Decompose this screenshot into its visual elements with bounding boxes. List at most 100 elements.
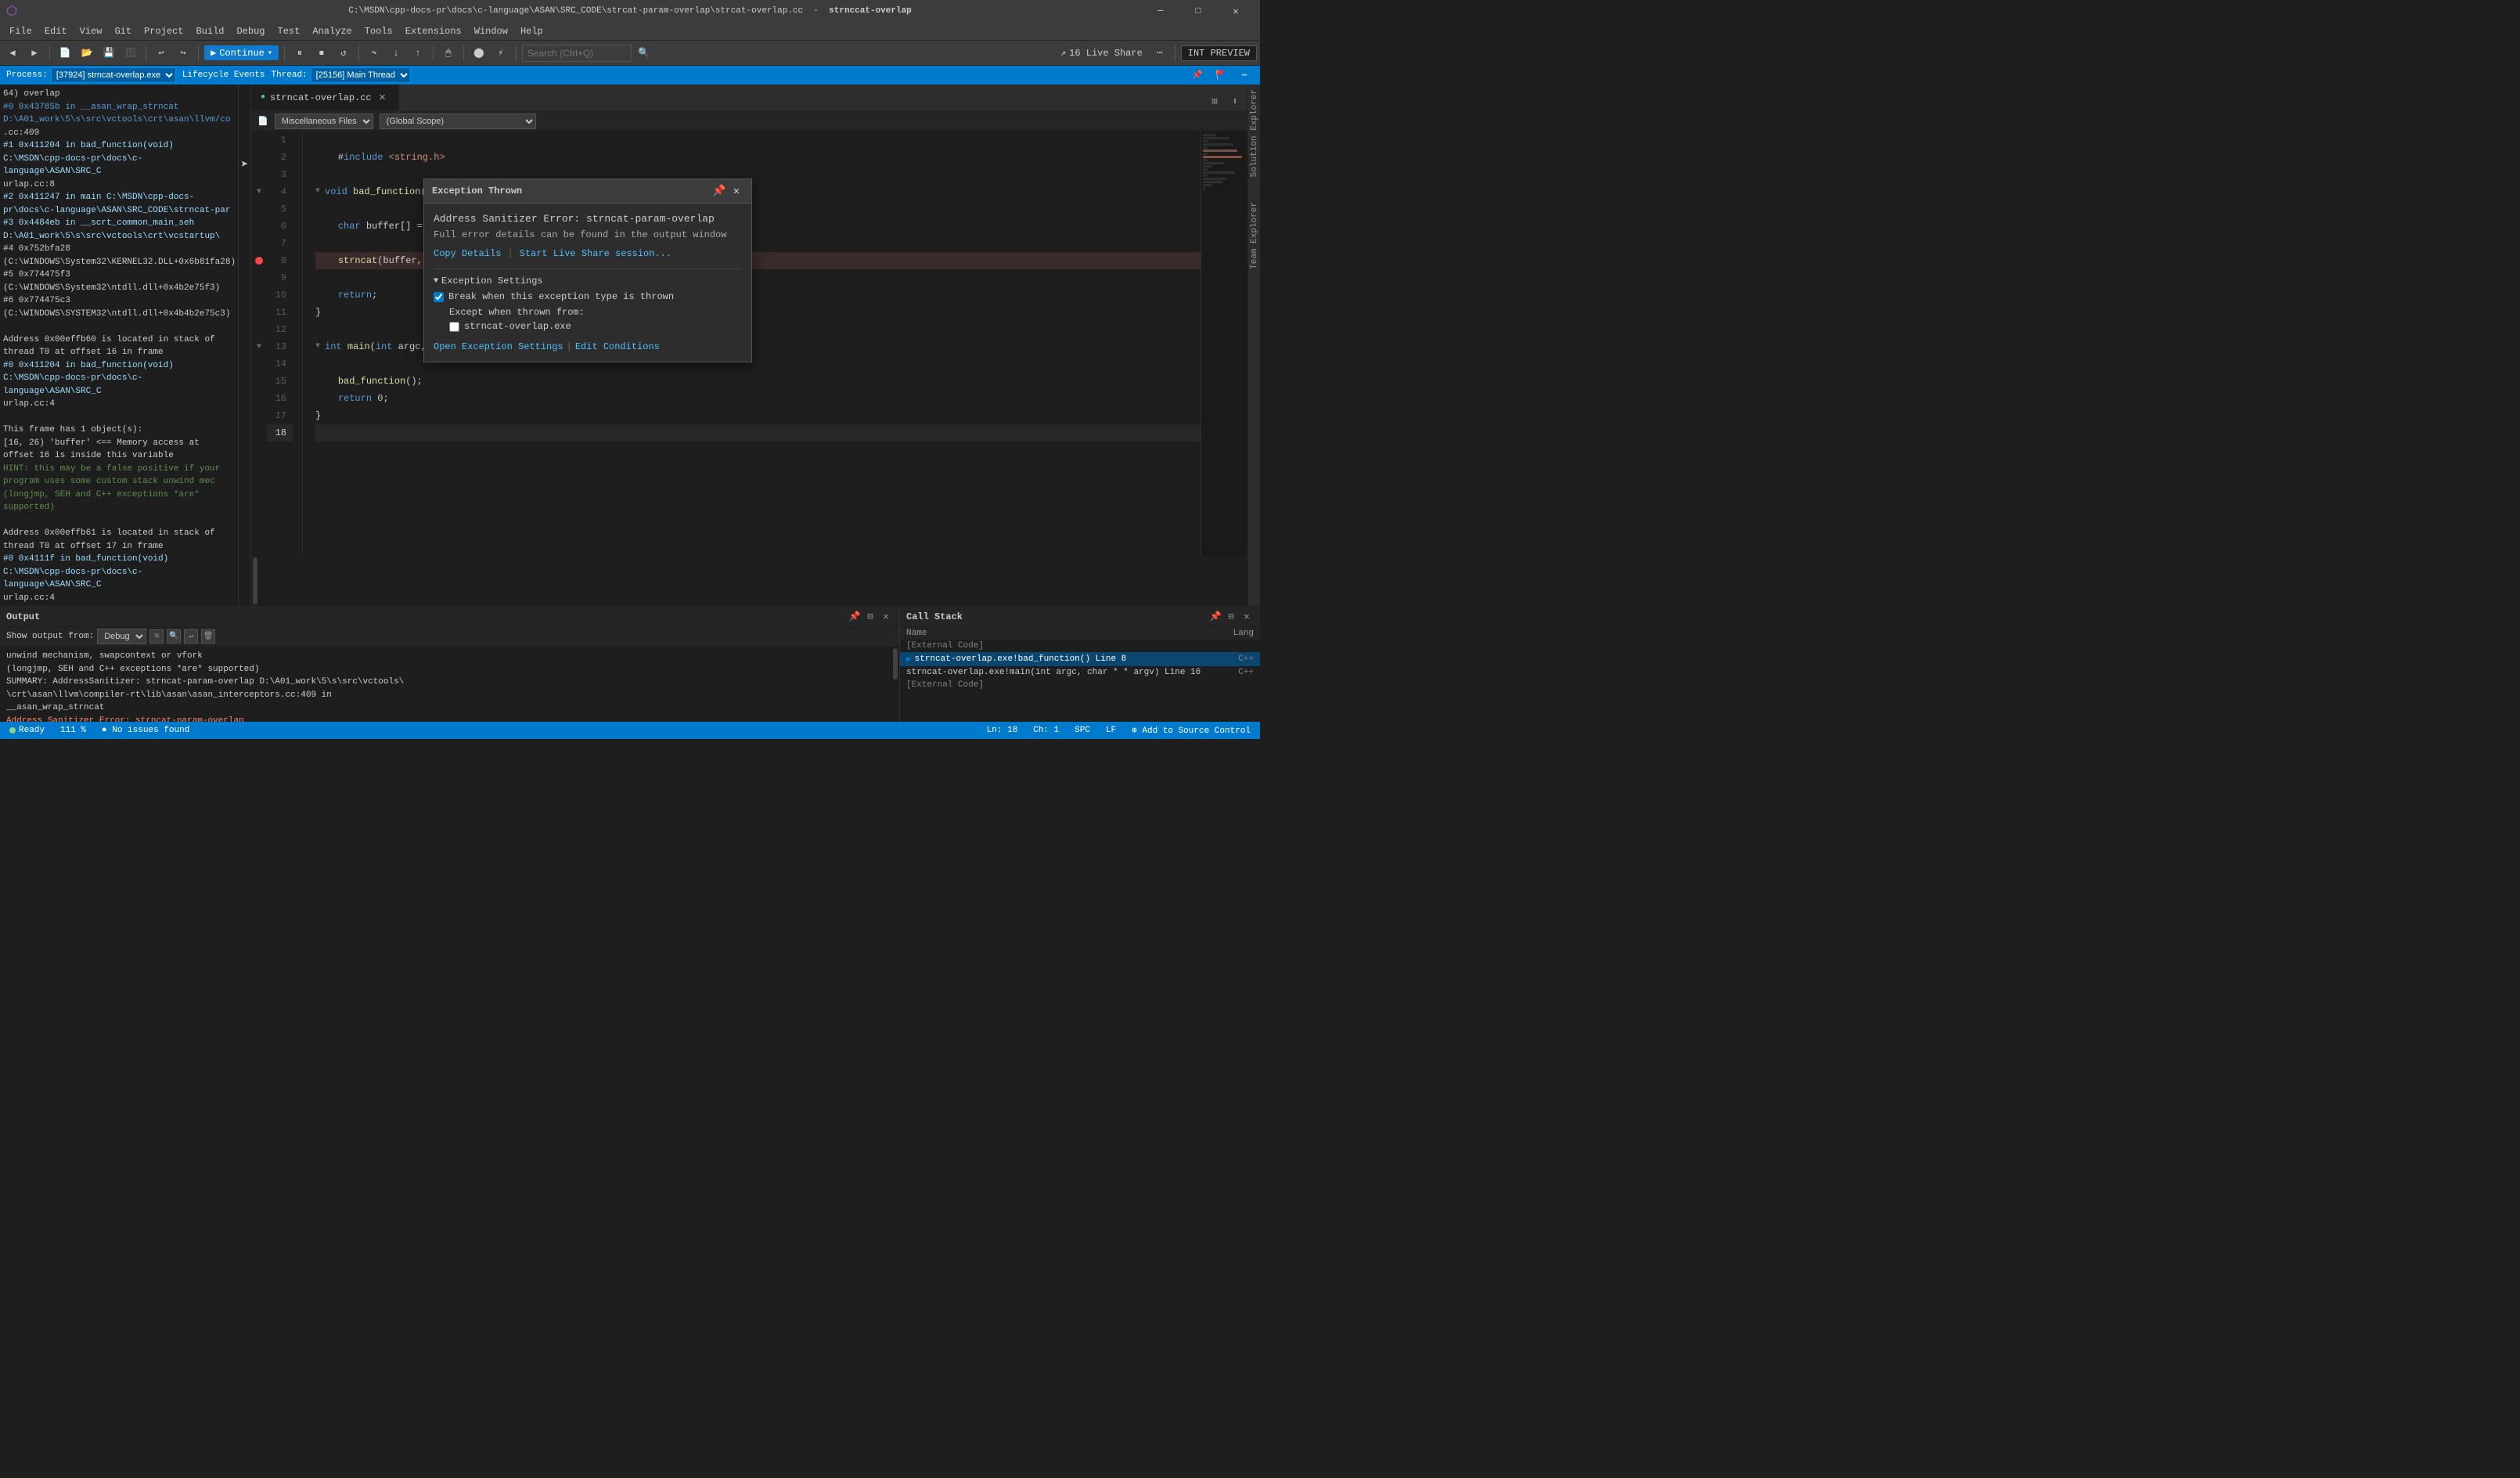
step-over-button[interactable]: ↷ xyxy=(365,44,383,63)
search-input[interactable] xyxy=(522,45,632,62)
output-filter-btn-2[interactable]: 🔍 xyxy=(167,629,181,643)
callstack-row-external-1[interactable]: [External Code] xyxy=(900,640,1260,652)
save-all-button[interactable]: 🗄 xyxy=(121,44,140,63)
callstack-expand-button[interactable]: ⊟ xyxy=(1224,610,1238,624)
main-area: 64) overlap #0 0x43785b in __asan_wrap_s… xyxy=(0,85,1260,606)
process-info: Process: [37924] strncat-overlap.exe xyxy=(6,67,176,83)
status-ready[interactable]: Ready xyxy=(6,726,48,735)
line-ending-info[interactable]: LF xyxy=(1103,726,1119,735)
menu-view[interactable]: View xyxy=(74,22,109,41)
menu-project[interactable]: Project xyxy=(138,22,189,41)
line-col-info[interactable]: Ln: 18 Ch: 1 xyxy=(984,726,1062,735)
fold-indicator-13[interactable]: ▼ xyxy=(315,338,325,355)
tab-close-button[interactable]: ✕ xyxy=(376,92,389,104)
file-path-select[interactable]: Miscellaneous Files xyxy=(275,114,373,129)
callstack-pin-button[interactable]: 📌 xyxy=(1208,610,1222,624)
menu-analyze[interactable]: Analyze xyxy=(306,22,358,41)
more-toolbar-options[interactable]: ⋯ xyxy=(1150,44,1169,63)
exception-settings-toolbar[interactable]: ⚡ xyxy=(491,44,510,63)
menu-extensions[interactable]: Extensions xyxy=(399,22,468,41)
callstack-row-bad-function[interactable]: ▶ strncat-overlap.exe!bad_function() Lin… xyxy=(900,652,1260,666)
back-button[interactable]: ◀ xyxy=(3,44,22,63)
close-button[interactable]: ✕ xyxy=(1218,0,1254,22)
menu-build[interactable]: Build xyxy=(189,22,230,41)
pin-thread-button[interactable]: 📌 xyxy=(1188,66,1207,85)
fold-arrow-13[interactable]: ▼ xyxy=(257,343,261,351)
zoom-level[interactable]: 111 % xyxy=(57,726,89,735)
output-pin-button[interactable]: 📌 xyxy=(848,610,862,624)
encoding-info[interactable]: SPC xyxy=(1071,726,1093,735)
forward-button[interactable]: ▶ xyxy=(25,44,44,63)
exception-detail: Full error details can be found in the o… xyxy=(434,229,742,240)
solution-explorer-tab[interactable]: Solution Explorer xyxy=(1250,85,1259,182)
team-explorer-tab[interactable]: Team Explorer xyxy=(1250,197,1259,274)
copy-details-link[interactable]: Copy Details xyxy=(434,248,501,259)
int-preview-button[interactable]: INT PREVIEW xyxy=(1181,45,1257,61)
exception-break-checkbox[interactable] xyxy=(434,292,444,302)
editor-scrollbar[interactable] xyxy=(251,556,259,606)
callstack-lang-header: Lang xyxy=(1233,629,1254,638)
menu-tools[interactable]: Tools xyxy=(358,22,399,41)
breakpoints-button[interactable]: ⬤ xyxy=(470,44,488,63)
no-issues-indicator[interactable]: ● No issues found xyxy=(99,726,193,735)
exception-except-checkbox[interactable] xyxy=(449,322,459,332)
open-button[interactable]: 📂 xyxy=(77,44,96,63)
output-filter-btn-1[interactable]: ≡ xyxy=(149,629,164,643)
output-clear-btn[interactable]: 🗑 xyxy=(201,629,215,643)
save-button[interactable]: 💾 xyxy=(99,44,118,63)
minimize-button[interactable]: ─ xyxy=(1143,0,1179,22)
output-close-button[interactable]: ✕ xyxy=(879,610,893,624)
gutter-5 xyxy=(251,200,267,218)
search-icon[interactable]: 🔍 xyxy=(635,44,653,63)
add-to-source-control-button[interactable]: ⊕ Add to Source Control xyxy=(1129,725,1254,736)
menu-debug[interactable]: Debug xyxy=(230,22,271,41)
stop-button[interactable]: ⏹ xyxy=(312,44,331,63)
menu-edit[interactable]: Edit xyxy=(38,22,74,41)
continue-dropdown-icon[interactable]: ▾ xyxy=(268,49,272,58)
thread-action-button[interactable]: ⋯ xyxy=(1235,66,1254,85)
callstack-row-main[interactable]: strncat-overlap.exe!main(int argc, char … xyxy=(900,666,1260,679)
step-out-button[interactable]: ↑ xyxy=(409,44,427,63)
flag-button[interactable]: 🚩 xyxy=(1211,66,1230,85)
fold-indicator-4[interactable]: ▼ xyxy=(315,183,325,200)
output-scrollbar[interactable] xyxy=(891,647,899,722)
output-scrollbar-thumb[interactable] xyxy=(893,648,898,680)
menu-help[interactable]: Help xyxy=(514,22,549,41)
tab-strnccat-overlap[interactable]: ● strncat-overlap.cc ✕ xyxy=(251,84,399,110)
maximize-button[interactable]: □ xyxy=(1180,0,1216,22)
new-file-button[interactable]: 📄 xyxy=(56,44,74,63)
debug-pointer-icon[interactable]: ➤ xyxy=(241,157,249,172)
live-share-session-link[interactable]: Start Live Share session... xyxy=(520,248,671,259)
error-dot-8 xyxy=(255,257,263,265)
callstack-panel-title: Call Stack xyxy=(906,611,963,622)
exception-close-button[interactable]: ✕ xyxy=(729,184,743,198)
edit-conditions-link[interactable]: Edit Conditions xyxy=(575,341,660,352)
menu-file[interactable]: File xyxy=(3,22,38,41)
exception-pin-button[interactable]: 📌 xyxy=(712,184,726,198)
undo-button[interactable]: ↩ xyxy=(152,44,171,63)
live-share-button[interactable]: ↗ 16 Live Share xyxy=(1056,45,1147,60)
pause-button[interactable]: ⏸ xyxy=(290,44,309,63)
editor-expand-button[interactable]: ⬆ xyxy=(1226,92,1244,110)
callstack-row-external-2[interactable]: [External Code] xyxy=(900,679,1260,691)
continue-button[interactable]: ▶ Continue ▾ xyxy=(204,45,279,60)
redo-button[interactable]: ↪ xyxy=(174,44,193,63)
callstack-close-button[interactable]: ✕ xyxy=(1240,610,1254,624)
output-source-select[interactable]: Debug xyxy=(97,629,146,644)
thread-select[interactable]: [25156] Main Thread xyxy=(311,67,411,83)
process-select[interactable]: [37924] strncat-overlap.exe xyxy=(51,67,176,83)
scope-select[interactable]: (Global Scope) xyxy=(380,114,536,129)
output-panel-button[interactable]: ⊟ xyxy=(863,610,877,624)
editor-scrollbar-thumb[interactable] xyxy=(253,557,257,604)
fold-arrow-4[interactable]: ▼ xyxy=(257,188,261,196)
open-exception-settings-link[interactable]: Open Exception Settings xyxy=(434,341,563,352)
step-into-button[interactable]: ↓ xyxy=(387,44,405,63)
menu-test[interactable]: Test xyxy=(272,22,307,41)
split-editor-button[interactable]: ⊞ xyxy=(1205,92,1224,110)
output-wrap-btn[interactable]: ↵ xyxy=(184,629,198,643)
menu-git[interactable]: Git xyxy=(108,22,138,41)
run-click-button[interactable]: 🖱 xyxy=(439,44,458,63)
restart-button[interactable]: ↺ xyxy=(334,44,353,63)
menu-window[interactable]: Window xyxy=(468,22,514,41)
ln-4: 4 xyxy=(267,183,293,200)
